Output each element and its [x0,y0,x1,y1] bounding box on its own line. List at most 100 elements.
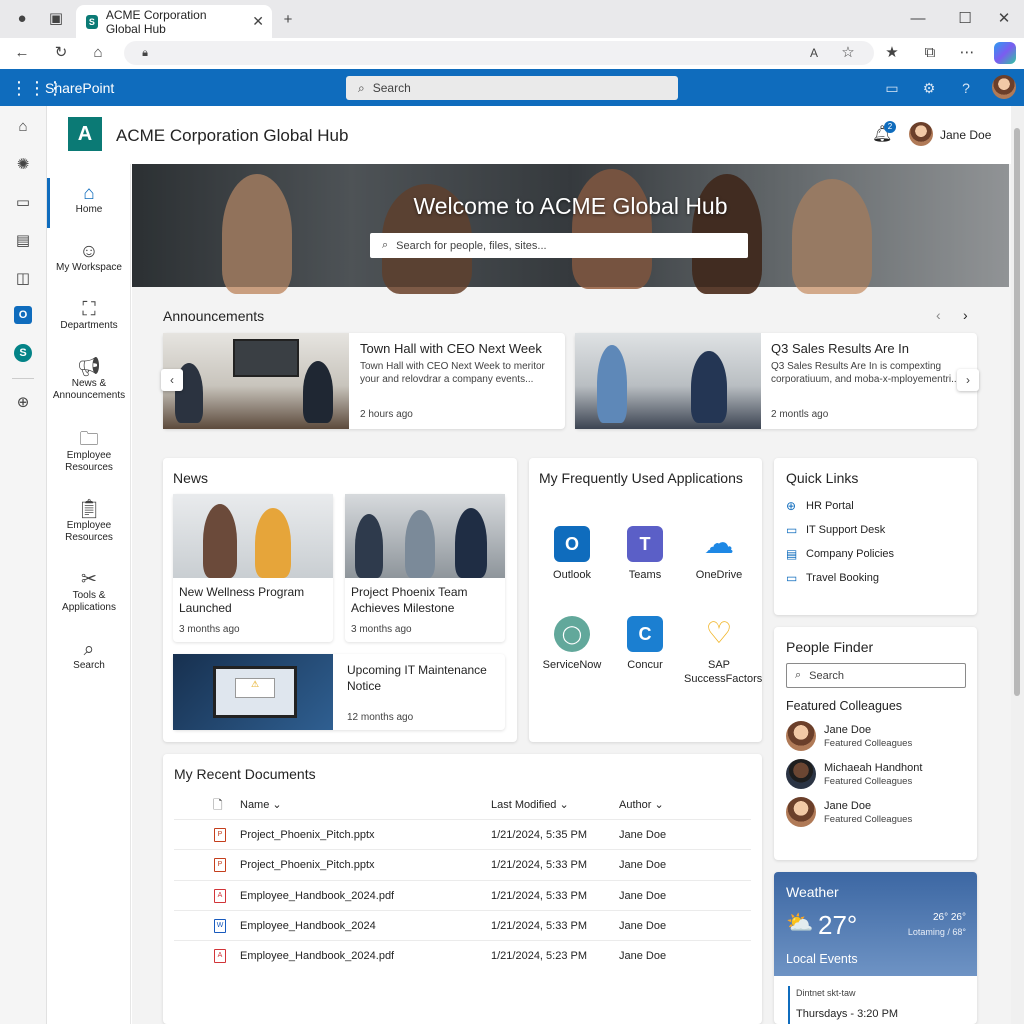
new-tab-button[interactable]: + [276,8,300,32]
favorites-icon[interactable]: ★ [880,41,904,65]
news-card-2[interactable]: Project Phoenix Team Achieves Milestone … [345,494,505,642]
settings-gear-icon[interactable]: ⚙ [919,78,939,98]
event-name[interactable]: Dintnet skt-taw [796,988,856,998]
rail-outlook-icon[interactable]: O [14,306,32,324]
announcement-card-1[interactable]: Town Hall with CEO Next Week Town Hall w… [163,333,565,429]
rail-sharepoint-icon[interactable]: S [14,344,32,362]
app-label: Teams [628,569,662,581]
document-row[interactable]: P Project_Phoenix_Pitch.pptx 1/21/2024, 5:… [174,849,751,879]
news-card-1[interactable]: New Wellness Program Launched 3 months a… [173,494,333,642]
photo-person [597,345,627,423]
rail-lists-icon[interactable]: ◫ [12,268,34,290]
column-header-modified-label: Last Modified [491,799,557,811]
rail-divider [12,378,34,379]
copilot-icon[interactable] [994,42,1016,64]
news-card-3[interactable]: ⚠ Upcoming IT Maintenance Notice 12 mont… [173,654,505,730]
minimize-icon[interactable]: — [906,7,930,31]
help-icon[interactable]: ? [956,78,976,98]
announcement-card-2[interactable]: Q3 Sales Results Are In Q3 Sales Results… [575,333,977,429]
announcement-title: Q3 Sales Results Are In [771,341,910,356]
person-item[interactable]: Jane Doe Featured Colleagues [786,721,912,751]
profile-icon[interactable]: ● [10,7,34,31]
app-servicenow[interactable]: ◯ ServiceNow [537,616,607,672]
rail-sites-icon[interactable]: ✺ [12,154,34,176]
quick-link-it-support[interactable]: ▭ IT Support Desk [786,523,885,537]
close-window-icon[interactable]: ✕ [992,7,1016,31]
nav-item-departments[interactable]: ⛶ Departments [47,300,131,332]
file-type-header-icon: 🗋 [213,798,223,812]
nav-item-news[interactable]: 📢︎ News & Announcements [47,358,131,402]
nav-item-tools[interactable]: ✂ Tools & Applications [47,570,131,614]
document-author: Jane Doe [619,859,667,872]
person-item[interactable]: Jane Doe Featured Colleagues [786,797,912,827]
read-aloud-icon[interactable]: A [802,41,826,65]
nav-item-employee-resources[interactable]: 🗀 Employee Resources [47,430,131,474]
suite-brand[interactable]: SharePoint [45,80,114,96]
app-label: SAP SuccessFactors [684,659,763,685]
document-row[interactable]: P Project_Phoenix_Pitch.pptx 1/21/2024, 5:… [174,819,751,849]
people-finder-title: People Finder [786,639,874,655]
document-row[interactable]: A Employee_Handbook_2024.pdf 1/21/2024, 5:… [174,879,751,910]
suite-avatar[interactable] [992,75,1016,99]
suite-search-input[interactable]: ⌕ Search [346,76,678,100]
rail-create-icon[interactable]: ⊕ [12,392,34,414]
column-header-author[interactable]: Author ⌄ [619,798,664,811]
rail-files-icon[interactable]: ▤ [12,230,34,252]
site-logo[interactable]: A [68,117,102,151]
maximize-icon[interactable]: ☐ [953,7,977,31]
nav-item-home[interactable]: ⌂ Home [47,184,131,216]
refresh-icon[interactable]: ↻ [49,41,73,65]
app-onedrive[interactable]: ☁ OneDrive [684,526,754,582]
document-name[interactable]: Employee_Handbook_2024 [240,920,376,932]
document-name[interactable]: Project_Phoenix_Pitch.pptx [240,829,375,841]
announcement-photo-1 [163,333,349,429]
home-icon[interactable]: ⌂ [86,41,110,65]
tab-title: ACME Corporation Global Hub [105,7,207,36]
announcements-next-icon[interactable]: › [963,307,968,323]
rail-news-icon[interactable]: ▭ [12,192,34,214]
lock-icon[interactable]: 🔒︎ [133,41,157,65]
app-teams[interactable]: T Teams [610,526,680,582]
apps-webpart [529,458,762,742]
user-name[interactable]: Jane Doe [940,128,991,142]
column-header-name[interactable]: Name ⌄ [240,798,282,811]
close-tab-icon[interactable]: ✕ [252,13,264,30]
announcement-desc: Q3 Sales Results Are In is compexting co… [771,361,960,385]
announcements-prev-icon[interactable]: ‹ [936,307,941,323]
app-concur[interactable]: C Concur [610,616,680,672]
column-header-modified[interactable]: Last Modified ⌄ [491,798,569,811]
app-outlook[interactable]: O Outlook [537,526,607,582]
browser-tab[interactable]: S ACME Corporation Global Hub ✕ [76,5,272,38]
feedback-icon[interactable]: ▭ [882,78,902,98]
hero-search-input[interactable]: ⌕ Search for people, files, sites... [370,233,748,258]
nav-item-search[interactable]: ⌕ Search [47,640,131,672]
site-title[interactable]: ACME Corporation Global Hub [116,126,348,146]
nav-item-employee-resources-2[interactable]: 📋︎ Employee Resources [47,500,131,544]
partly-cloudy-icon: ⛅ [786,910,814,935]
quick-link-hr-portal[interactable]: ⊕ HR Portal [786,499,854,513]
document-row[interactable]: W Employee_Handbook_2024 1/21/2024, 5:33 P… [174,909,751,940]
quick-link-travel[interactable]: ▭ Travel Booking [786,571,879,585]
rail-home-icon[interactable]: ⌂ [12,116,34,138]
document-name[interactable]: Project_Phoenix_Pitch.pptx [240,859,375,871]
carousel-next-button[interactable]: › [957,369,979,391]
people-search-input[interactable]: ⌕ Search [786,663,966,688]
app-sap-successfactors[interactable]: ♡ SAP SuccessFactors [684,616,763,686]
document-name[interactable]: Employee_Handbook_2024.pdf [240,890,394,902]
quick-link-policies[interactable]: ▤ Company Policies [786,547,894,561]
favorite-star-icon[interactable]: ☆ [836,41,860,65]
document-name[interactable]: Employee_Handbook_2024.pdf [240,950,394,962]
back-icon[interactable]: ← [10,41,34,65]
person-item[interactable]: Michaeah Handhont Featured Colleagues [786,759,922,789]
user-avatar[interactable] [909,122,933,146]
nav-item-my-workspace[interactable]: ☺ My Workspace [47,242,131,274]
collections-icon[interactable]: ⧉ [918,41,942,65]
hero-overlay [132,164,1009,287]
url-input[interactable] [124,41,874,65]
notification-badge: 2 [884,121,896,133]
tab-actions-icon[interactable]: ▣ [44,7,68,31]
document-row[interactable]: A Employee_Handbook_2024.pdf 1/21/2024, 5:… [174,940,751,970]
scrollbar-thumb[interactable] [1014,128,1020,696]
carousel-prev-button[interactable]: ‹ [161,369,183,391]
more-icon[interactable]: ⋯ [955,41,979,65]
